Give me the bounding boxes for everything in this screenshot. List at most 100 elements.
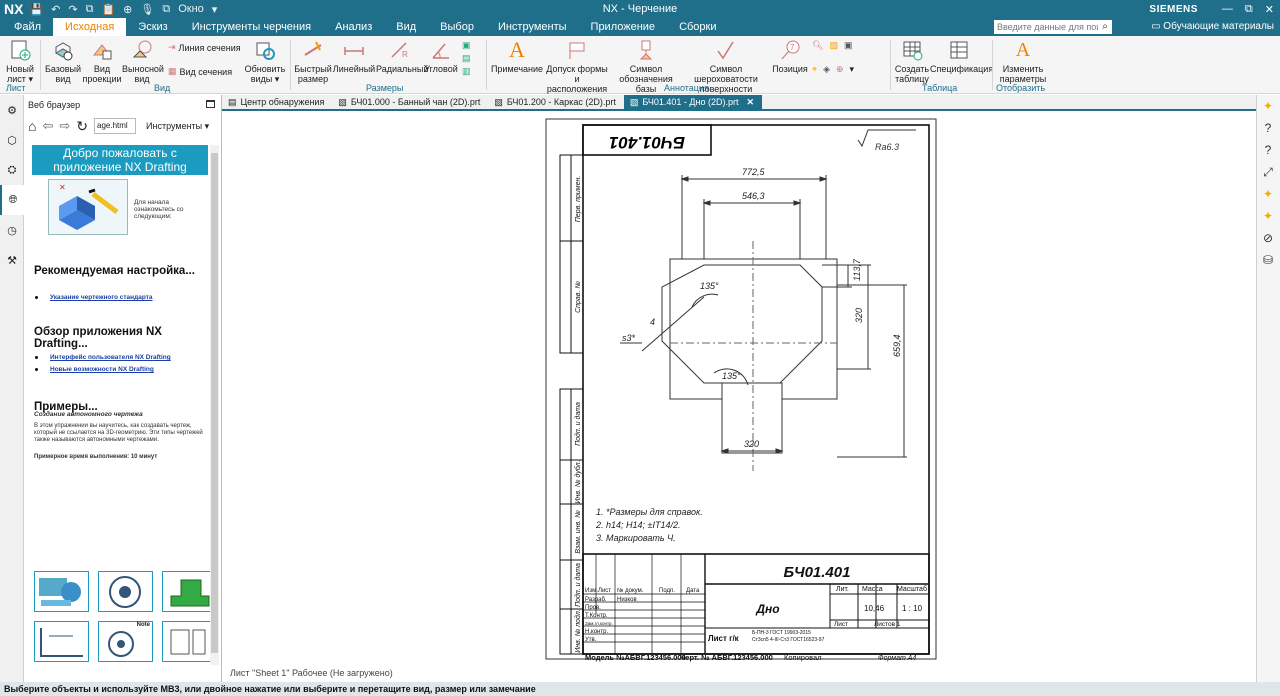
menu-view[interactable]: Вид <box>384 18 428 36</box>
link-ui[interactable]: Интерфейс пользователя NX Drafting <box>50 354 171 361</box>
edit-settings-button[interactable]: A Изменить параметры <box>998 36 1048 84</box>
tab-bch01-000[interactable]: ▧ БЧ01.000 - Банный чан (2D).prt <box>332 95 488 109</box>
home-icon[interactable]: ⌂ <box>28 118 36 134</box>
menu-sketch[interactable]: Эскиз <box>126 18 179 36</box>
chevron-down-icon[interactable]: ▾ <box>212 3 218 16</box>
tab-discovery-center[interactable]: ▤ Центр обнаружения <box>222 95 332 109</box>
fill-icon[interactable]: ◈ <box>823 64 830 75</box>
image-icon[interactable]: ▣ <box>844 40 853 51</box>
new-sheet-button[interactable]: Новый лист ▾ <box>4 36 36 84</box>
hide-icon[interactable]: ⊘ <box>1257 227 1279 249</box>
back-icon[interactable]: ⇦ <box>42 118 53 134</box>
forward-icon[interactable]: ⇨ <box>59 118 70 134</box>
projection-view-button[interactable]: Вид проекции <box>82 36 122 84</box>
restore-icon[interactable]: ⧉ <box>1245 3 1253 16</box>
thumbnail-5[interactable]: Note <box>98 621 153 662</box>
datum-icon <box>634 38 658 62</box>
link-drafting-standard[interactable]: Указание чертежного стандарта <box>50 294 153 301</box>
tab-bch01-200[interactable]: ▧ БЧ01.200 - Каркас (2D).prt <box>488 95 623 109</box>
undo-icon[interactable]: ↶ <box>51 3 60 16</box>
menu-select[interactable]: Выбор <box>428 18 486 36</box>
close-icon[interactable]: ✕ <box>1265 3 1274 16</box>
hatch-icon[interactable]: ▨ <box>829 40 838 51</box>
settings-icon[interactable]: ⚙ <box>0 95 24 125</box>
thumbnail-2[interactable] <box>98 571 153 612</box>
help-icon[interactable]: ? <box>1257 117 1279 139</box>
create-table-button[interactable]: Создать таблицу <box>894 36 930 84</box>
command-search-input[interactable]: Введите данные для поиска <box>994 20 1100 34</box>
surface-finish-icon <box>714 38 738 62</box>
tools-menu[interactable]: Инструменты ▾ <box>146 121 209 132</box>
ordinate-icon[interactable]: ▣ <box>462 40 471 51</box>
update-views-button[interactable]: Обновить виды ▾ <box>244 36 286 84</box>
chevron-down-icon[interactable]: ▾ <box>850 64 855 75</box>
menu-application[interactable]: Приложение <box>579 18 668 36</box>
scroll-thumb[interactable] <box>211 153 218 653</box>
balloon-button[interactable]: 7 Позиция <box>772 36 808 74</box>
minimize-icon[interactable]: — <box>1222 3 1233 15</box>
assembly-navigator-icon[interactable]: ⛭ <box>0 155 24 185</box>
tab-bch01-401[interactable]: ▧ БЧ01.401 - Дно (2D).prt ✕ <box>623 95 763 109</box>
window-switch-icon[interactable]: ⧉ <box>162 3 170 16</box>
redo-icon[interactable]: ↷ <box>68 3 77 16</box>
menu-tools[interactable]: Инструменты <box>486 18 579 36</box>
section-line-button[interactable]: ⇥ Линия сечения <box>168 42 241 53</box>
target-point-icon[interactable]: ⌖ <box>812 64 817 75</box>
touch-mode-icon[interactable]: ⊕ <box>123 3 132 16</box>
side-label-sign-date-2: Подп. и дата <box>574 563 582 607</box>
balloon-icon: 7 <box>778 38 802 62</box>
tb-material-std2: Ст3сп5 4-III-Ст3 ГОСТ16523-97 <box>752 637 825 643</box>
refresh-icon[interactable]: ↻ <box>76 118 88 135</box>
chain-icon[interactable]: ▤ <box>462 53 471 64</box>
save-icon[interactable]: 💾 <box>29 3 43 16</box>
angle-135-bottom: 135° <box>722 371 741 381</box>
parts-list-button[interactable]: Спецификация <box>930 36 993 74</box>
tb-role-developer: Разраб. <box>585 597 607 603</box>
thumbnail-4[interactable] <box>34 621 89 662</box>
linear-dimension-button[interactable]: Линейный <box>332 36 376 74</box>
display-icon[interactable]: ⛁ <box>1257 249 1279 271</box>
history-icon[interactable]: ◷ <box>0 215 24 245</box>
dimension-more[interactable]: ▣ ▤ ▥ <box>462 40 471 77</box>
detail-view-button[interactable]: Выносной вид <box>122 36 164 84</box>
mic-icon[interactable]: 🎙 <box>140 3 154 16</box>
url-field[interactable]: age.html <box>94 118 137 134</box>
copy-icon[interactable]: ⧉ <box>86 3 94 16</box>
rapid-dimension-button[interactable]: Быстрый размер <box>294 36 332 84</box>
section-view-button[interactable]: ▦ Вид сечения <box>168 66 232 77</box>
thumbnail-6[interactable] <box>162 621 217 662</box>
web-browser-icon[interactable]: 🌐︎ <box>0 185 24 215</box>
thumbnail-3[interactable] <box>162 571 217 612</box>
drawing-canvas[interactable]: Перв. примен. Справ. № Подп. и дата Инв.… <box>222 111 1256 664</box>
paste-icon[interactable]: 📋 <box>101 3 115 16</box>
context-help-icon[interactable]: ? <box>1257 139 1279 161</box>
fcf-button[interactable]: Допуск формы и расположения <box>546 36 608 94</box>
center-mark-icon[interactable]: ⊕ <box>836 64 844 75</box>
base-view-button[interactable]: Базовый вид <box>44 36 82 84</box>
layer-icon[interactable]: ✦ <box>1257 183 1279 205</box>
part-navigator-icon[interactable]: ⬡ <box>0 125 24 155</box>
window-menu[interactable]: Окно <box>178 3 204 15</box>
magnifier-icon[interactable]: 🔍︎ <box>812 40 823 51</box>
baseline-icon[interactable]: ▥ <box>462 66 471 77</box>
snap-icon[interactable]: ✦ <box>1257 95 1279 117</box>
maximize-icon[interactable] <box>206 100 215 108</box>
radial-dimension-button[interactable]: R Радиальный <box>376 36 428 74</box>
close-tab-icon[interactable]: ✕ <box>746 95 754 109</box>
roles-icon[interactable]: ⚒ <box>0 245 24 275</box>
fit-icon[interactable]: ⤢ <box>1257 161 1279 183</box>
angular-dimension-button[interactable]: Угловой <box>422 36 460 74</box>
menu-file[interactable]: Файл <box>0 18 53 36</box>
thumbnail-1[interactable] <box>34 571 89 612</box>
search-icon[interactable]: ⌕ <box>1098 20 1112 34</box>
note-button[interactable]: A Примечание <box>490 36 544 75</box>
menu-analysis[interactable]: Анализ <box>323 18 384 36</box>
tb-col-change: Изм. <box>585 588 598 594</box>
link-whats-new[interactable]: Новые возможности NX Drafting <box>50 366 154 373</box>
browser-scrollbar[interactable] <box>210 145 219 665</box>
menu-assemblies[interactable]: Сборки <box>667 18 728 36</box>
menu-home[interactable]: Исходная <box>53 18 127 36</box>
filter-icon[interactable]: ✦ <box>1257 205 1279 227</box>
menu-drafting-tools[interactable]: Инструменты черчения <box>180 18 323 36</box>
learning-link[interactable]: ▭ Обучающие материалы <box>1151 18 1274 36</box>
